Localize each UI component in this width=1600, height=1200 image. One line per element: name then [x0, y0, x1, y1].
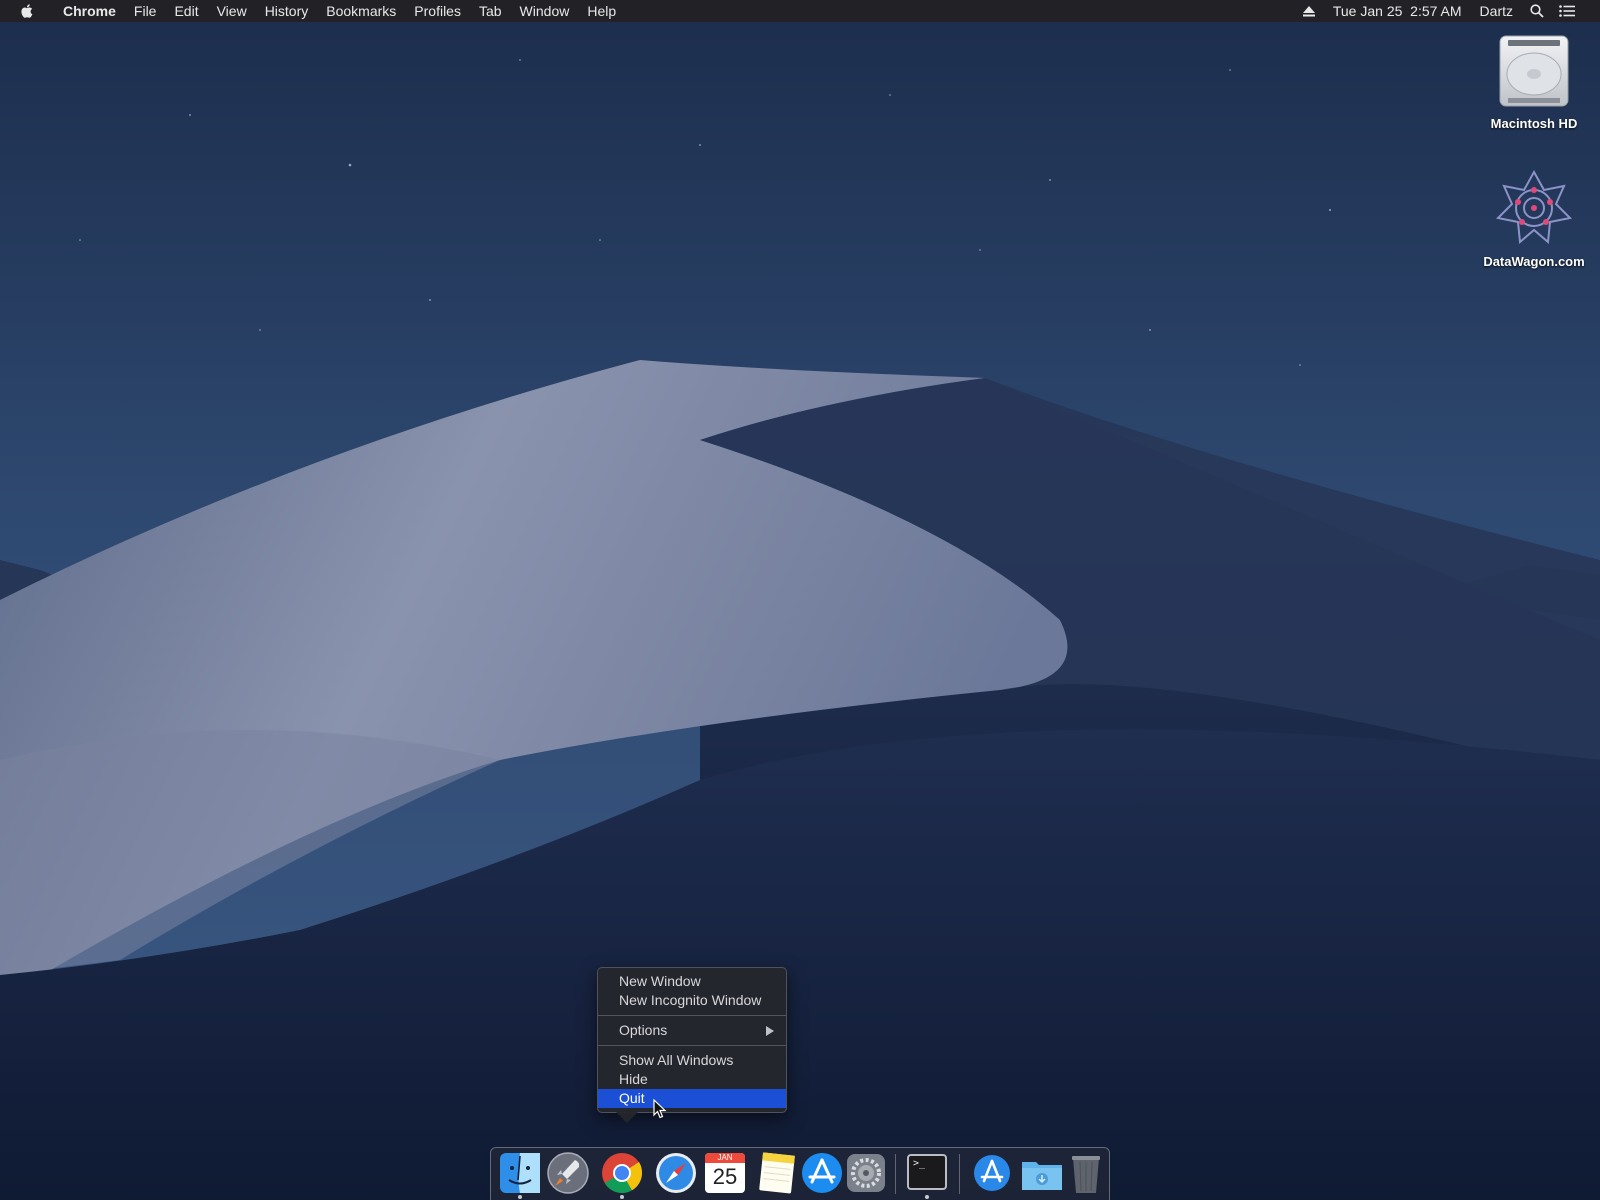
dock-separator: [895, 1154, 896, 1194]
menu-edit[interactable]: Edit: [165, 0, 207, 22]
desktop-icon-datawagon[interactable]: DataWagon.com: [1469, 168, 1599, 269]
eject-icon[interactable]: [1301, 3, 1317, 19]
dock-separator: [959, 1154, 960, 1194]
desktop-wallpaper: [0, 0, 1600, 1200]
menu-item-quit[interactable]: Quit: [598, 1089, 786, 1108]
context-menu-pointer: [616, 1112, 638, 1123]
chrome-icon[interactable]: [599, 1150, 645, 1196]
menu-profiles[interactable]: Profiles: [405, 0, 470, 22]
gear-icon[interactable]: [843, 1150, 889, 1196]
menubar-user[interactable]: Dartz: [1471, 0, 1522, 22]
applications-folder-icon[interactable]: [969, 1150, 1015, 1196]
menu-file[interactable]: File: [125, 0, 166, 22]
menu-item-new-window[interactable]: New Window: [598, 972, 786, 991]
mouse-cursor-icon: [653, 1099, 667, 1119]
menu-app-name[interactable]: Chrome: [54, 0, 125, 22]
menu-tab[interactable]: Tab: [470, 0, 511, 22]
app-store-icon[interactable]: [799, 1150, 845, 1196]
dock-context-menu: New Window New Incognito Window Options …: [597, 967, 787, 1113]
menu-view[interactable]: View: [208, 0, 256, 22]
terminal-prompt: >_: [913, 1158, 926, 1169]
hard-drive-icon: [1499, 35, 1569, 107]
desktop-icon-label: Macintosh HD: [1490, 116, 1578, 131]
dock: JAN 25 >_: [490, 1147, 1110, 1200]
finder-icon[interactable]: [497, 1150, 543, 1196]
running-indicator: [620, 1195, 624, 1199]
menubar-clock[interactable]: Tue Jan 25 2:57 AM: [1324, 0, 1471, 22]
menu-item-show-all-windows[interactable]: Show All Windows: [598, 1051, 786, 1070]
trash-icon[interactable]: [1063, 1150, 1109, 1196]
menu-item-hide[interactable]: Hide: [598, 1070, 786, 1089]
menu-item-label: Options: [619, 1022, 668, 1038]
menu-item-options[interactable]: Options: [598, 1021, 786, 1040]
running-indicator: [925, 1195, 929, 1199]
calendar-icon[interactable]: JAN 25: [705, 1153, 745, 1193]
submenu-arrow-icon: [766, 1026, 774, 1036]
downloads-folder-icon[interactable]: [1019, 1150, 1065, 1196]
calendar-day: 25: [712, 1164, 738, 1189]
menu-bookmarks[interactable]: Bookmarks: [317, 0, 405, 22]
menu-history[interactable]: History: [256, 0, 318, 22]
menu-window[interactable]: Window: [511, 0, 579, 22]
desktop-icon-label: DataWagon.com: [1483, 254, 1585, 269]
apple-menu-icon[interactable]: [20, 3, 36, 19]
menu-bar: Chrome File Edit View History Bookmarks …: [0, 0, 1600, 22]
datawagon-logo-icon: [1495, 169, 1573, 245]
spotlight-search-icon[interactable]: [1529, 3, 1545, 19]
launchpad-rocket-icon[interactable]: [545, 1150, 591, 1196]
notification-center-icon[interactable]: [1559, 3, 1575, 19]
terminal-icon[interactable]: >_: [907, 1154, 947, 1190]
menu-item-new-incognito-window[interactable]: New Incognito Window: [598, 991, 786, 1010]
running-indicator: [518, 1195, 522, 1199]
menu-separator: [598, 1045, 786, 1046]
menu-separator: [598, 1015, 786, 1016]
desktop-icon-macintosh-hd[interactable]: Macintosh HD: [1469, 30, 1599, 131]
safari-compass-icon[interactable]: [653, 1150, 699, 1196]
calendar-month: JAN: [705, 1153, 745, 1163]
menu-help[interactable]: Help: [578, 0, 625, 22]
notes-icon[interactable]: [753, 1150, 799, 1196]
